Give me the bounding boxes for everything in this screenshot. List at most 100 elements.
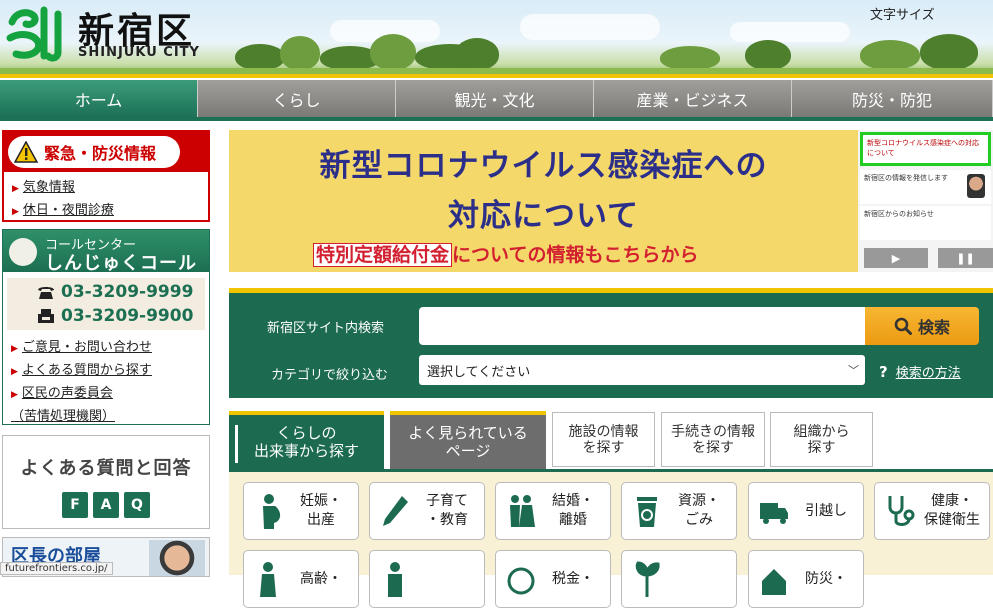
pause-button[interactable]: ❚❚ <box>938 248 993 268</box>
nav-underline <box>0 117 993 121</box>
search-help: ? 検索の方法 <box>879 362 961 381</box>
call-center-mascot-icon <box>9 238 37 266</box>
category-marriage[interactable]: 結婚・ 離婚 <box>495 482 611 540</box>
list-item: ▶ よくある質問から探す <box>11 360 201 383</box>
play-button[interactable]: ▶ <box>864 248 928 268</box>
list-item: ▶ 気象情報 <box>12 177 200 200</box>
tree-decoration <box>235 44 285 70</box>
category-select-value: 選択してください <box>427 365 531 380</box>
category-environment[interactable] <box>621 550 737 608</box>
call-center-name: しんじゅくコール <box>45 253 197 274</box>
arrow-right-icon: ▶ <box>11 390 18 400</box>
tree-decoration <box>280 36 320 70</box>
life-event-grid: 妊娠・ 出産 子育て ・教育 結婚・ 離婚 資源・ ごみ 引越し 健康・ 保健衛生 高齢・… <box>229 472 993 608</box>
list-item: ▶ ご意見・お問い合わせ <box>11 337 201 360</box>
tab-popular-pages[interactable]: よく見られている ページ <box>390 411 546 469</box>
nav-living[interactable]: くらし <box>198 80 396 117</box>
tab-label: 施設の情報 を探す <box>568 423 639 456</box>
tab-facilities[interactable]: 施設の情報 を探す <box>552 412 655 467</box>
font-size-label: 文字サイズ <box>870 8 935 23</box>
category-label: 引越し <box>805 502 847 519</box>
elderly-icon <box>260 562 276 597</box>
mayor-photo <box>149 540 205 576</box>
emergency-header: 緊急・防災情報 <box>4 132 208 172</box>
category-elderly[interactable]: 高齢・ <box>243 550 359 608</box>
tab-life-events[interactable]: くらしの 出来事から探す <box>229 411 384 469</box>
site-search-panel: 新宿区サイト内検索 検索 カテゴリで絞り込む 選択してください ﹀ ? 検索の方法 <box>229 288 993 398</box>
tab-label: くらしの 出来事から探す <box>253 424 359 460</box>
category-label: 税金・ <box>552 570 594 587</box>
category-disaster[interactable]: 防災・ <box>748 550 864 608</box>
faq-search-link[interactable]: よくある質問から探す <box>22 363 152 378</box>
category-pregnancy[interactable]: 妊娠・ 出産 <box>243 482 359 540</box>
search-label: 新宿区サイト内検索 <box>267 321 385 336</box>
thumb-portrait <box>967 174 985 198</box>
banner-thumb-1[interactable]: 新型コロナウイルス感染症への対応について <box>860 132 991 166</box>
tree-decoration <box>860 40 920 70</box>
search-button[interactable]: 検索 <box>865 307 979 345</box>
person-icon <box>388 562 402 597</box>
call-center-panel: コールセンター しんじゅくコール 03-3209-9999 03-3209-99… <box>2 229 210 425</box>
thumb-caption: 新宿区からのお知らせ <box>864 210 934 218</box>
shinjuku-logo-icon[interactable] <box>4 4 70 64</box>
phone-number-text: 03-3209-9999 <box>61 282 194 302</box>
fax-number: 03-3209-9900 <box>37 304 205 328</box>
category-label: 健康・ 保健衛生 <box>924 493 980 528</box>
category-waste[interactable]: 資源・ ごみ <box>621 482 737 540</box>
category-childcare[interactable]: 子育て ・教育 <box>369 482 485 540</box>
cloud-decoration <box>520 14 660 40</box>
header-divider <box>0 74 993 78</box>
banner-highlight: 特別定額給付金 <box>313 243 453 267</box>
covid-banner[interactable]: 新型コロナウイルス感染症への 対応について 特別定額給付金 についての情報もこちら… <box>229 130 858 272</box>
citizen-voice-link[interactable]: 区民の声委員会 <box>22 386 113 401</box>
call-center-header[interactable]: コールセンター しんじゅくコール <box>3 230 209 274</box>
list-item: ▶ 区民の声委員会 <box>11 383 201 406</box>
finder-tabs: くらしの 出来事から探す よく見られている ページ 施設の情報 を探す 手続きの情報を… <box>229 411 993 471</box>
nav-industry-business[interactable]: 産業・ビジネス <box>594 80 792 117</box>
nav-tourism-culture[interactable]: 観光・文化 <box>396 80 594 117</box>
arrow-right-icon: ▶ <box>11 344 18 354</box>
fax-icon <box>38 309 54 323</box>
nav-disaster-crime[interactable]: 防災・防犯 <box>792 80 993 117</box>
category-label: 防災・ <box>805 570 847 587</box>
tab-organization[interactable]: 組織から 探す <box>770 412 873 467</box>
banner-thumb-3[interactable]: 新宿区からのお知らせ <box>860 206 991 240</box>
faq-badge: A <box>93 492 119 518</box>
category-health[interactable]: 健康・ 保健衛生 <box>874 482 990 540</box>
category-select[interactable]: 選択してください ﹀ <box>419 355 865 385</box>
search-button-label: 検索 <box>917 318 950 337</box>
warning-icon <box>14 141 38 163</box>
category-label: 高齢・ <box>300 570 342 587</box>
emergency-title-pill[interactable]: 緊急・防災情報 <box>8 136 180 168</box>
weather-info-link[interactable]: 気象情報 <box>23 180 75 195</box>
banner-thumb-2[interactable]: 新宿区の情報を発信します <box>860 170 991 204</box>
truck-icon <box>760 503 788 524</box>
holiday-clinic-link[interactable]: 休日・夜間診療 <box>23 203 114 218</box>
arrow-right-icon: ▶ <box>12 207 19 217</box>
disaster-icon <box>762 569 786 595</box>
category-moving[interactable]: 引越し <box>748 482 864 540</box>
call-center-phones: 03-3209-9999 03-3209-9900 <box>7 278 205 330</box>
cloud-decoration <box>730 22 850 42</box>
search-help-link[interactable]: 検索の方法 <box>896 366 961 381</box>
site-header: 新宿区 SHINJUKU CITY 文字サイズ <box>0 0 993 78</box>
pregnancy-icon <box>263 494 281 529</box>
category-tax[interactable]: 税金・ <box>495 550 611 608</box>
inquiry-link[interactable]: ご意見・お問い合わせ <box>22 340 152 355</box>
faq-badges: F A Q <box>3 492 209 518</box>
complaint-office-link[interactable]: （苦情処理機関） <box>11 409 115 424</box>
stethoscope-icon <box>888 496 915 526</box>
nav-home[interactable]: ホーム <box>0 80 198 117</box>
search-input[interactable] <box>419 307 867 345</box>
tree-decoration <box>660 46 720 70</box>
arrow-right-icon: ▶ <box>11 367 18 377</box>
tree-decoration <box>920 34 978 70</box>
category-welfare[interactable] <box>369 550 485 608</box>
plant-icon <box>635 561 660 597</box>
banner-headline: 新型コロナウイルス感染症への <box>319 148 768 184</box>
faq-panel[interactable]: よくある質問と回答 F A Q <box>2 435 210 529</box>
phone-number: 03-3209-9999 <box>37 280 205 304</box>
phone-icon <box>38 287 54 299</box>
tab-procedures[interactable]: 手続きの情報 を探す <box>661 412 765 467</box>
pencil-icon <box>383 496 408 526</box>
